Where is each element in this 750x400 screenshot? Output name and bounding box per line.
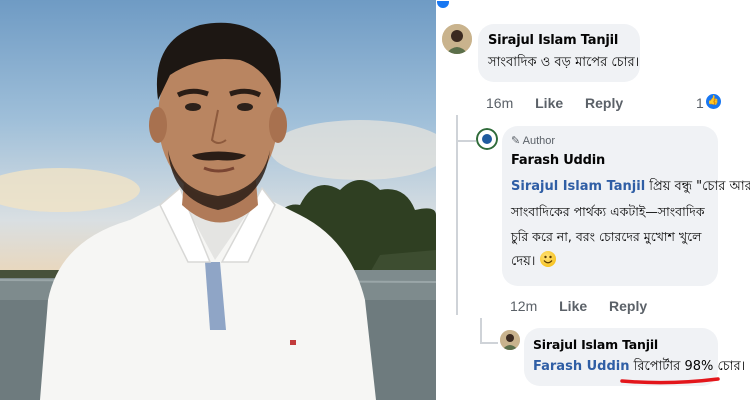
comment-bubble: Sirajul Islam Tanjil সাংবাদিক ও বড় মাপে… [478, 24, 640, 82]
comment-author[interactable]: Farash Uddin [511, 153, 605, 168]
man-portrait-illustration [0, 22, 436, 400]
avatar[interactable] [442, 24, 472, 54]
comment-author[interactable]: Sirajul Islam Tanjil [533, 337, 658, 352]
thread-connector [480, 318, 482, 343]
comment-time[interactable]: 16m [486, 95, 513, 111]
comment-actions: 16m Like Reply [486, 95, 641, 111]
comment-bubble: Sirajul Islam Tanjil Farash Uddin রিপোর্… [524, 328, 745, 386]
reply-button[interactable]: Reply [609, 298, 647, 314]
comment-bubble: ✎ Author Farash Uddin Sirajul Islam Tanj… [502, 126, 750, 286]
previous-comment-remnant [436, 0, 750, 14]
comment-text: Farash Uddin রিপোর্টার 98% চোর। [533, 359, 746, 374]
avatar[interactable] [500, 330, 520, 350]
thread-connector [456, 115, 458, 315]
comments-panel: Sirajul Islam Tanjil সাংবাদিক ও বড় মাপে… [436, 0, 750, 400]
reaction-count[interactable]: 1 [696, 95, 704, 111]
thread-connector [480, 342, 498, 344]
smile-emoji-icon [539, 251, 556, 267]
mention-link[interactable]: Farash Uddin [533, 359, 629, 374]
avatar[interactable] [476, 128, 498, 150]
pencil-icon: ✎ [511, 135, 521, 147]
author-badge: ✎ Author [511, 135, 556, 147]
reply-button[interactable]: Reply [585, 95, 623, 111]
profile-photo [0, 0, 436, 400]
mention-link[interactable]: Sirajul Islam Tanjil [511, 179, 645, 194]
like-reaction-icon[interactable]: 👍 [706, 94, 721, 109]
thread-connector [456, 140, 476, 142]
red-underline-mark [620, 377, 720, 385]
comment-author[interactable]: Sirajul Islam Tanjil [488, 33, 618, 48]
like-button[interactable]: Like [535, 95, 563, 111]
comment-time[interactable]: 12m [510, 298, 537, 314]
comment-text: সাংবাদিক ও বড় মাপের চোর। [488, 55, 640, 70]
like-button[interactable]: Like [559, 298, 587, 314]
comment-actions: 12m Like Reply [510, 298, 665, 314]
comment-text: Sirajul Islam Tanjil প্রিয় বন্ধু "চোর আ… [511, 179, 750, 269]
